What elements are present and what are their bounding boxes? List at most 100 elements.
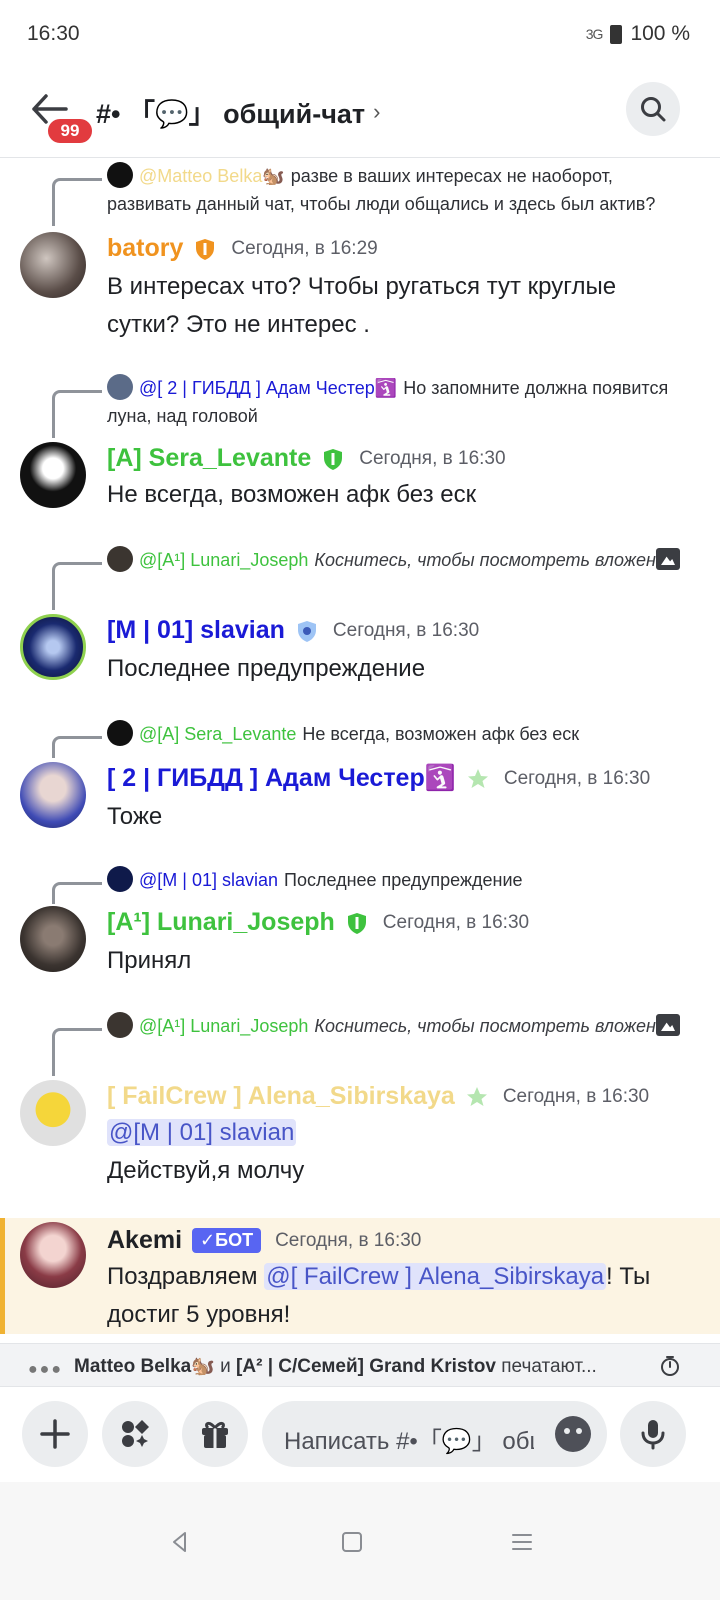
- reply-text: Коснитесь, чтобы посмотреть вложение: [314, 1016, 676, 1036]
- nav-back-button[interactable]: [150, 1512, 210, 1572]
- bot-tag: ✓БОТ: [192, 1228, 262, 1253]
- nav-home-button[interactable]: [322, 1512, 382, 1572]
- author-name[interactable]: batory: [107, 234, 183, 263]
- signal-icon: 3G: [585, 26, 604, 42]
- reply-preview[interactable]: @[A¹] Lunari_Joseph Коснитесь, чтобы посм…: [107, 1012, 680, 1040]
- reply-text: Не всегда, возможен афк без еск: [302, 724, 580, 744]
- reply-connector: [52, 1028, 102, 1076]
- avatar[interactable]: [20, 762, 86, 828]
- status-bar: 16:30 3G 100 %: [0, 0, 720, 70]
- message-feed[interactable]: @Matteo Belka🐿️ разве в ваших интересах н…: [0, 158, 720, 1343]
- channel-title[interactable]: #• 「💬」 общий-чат ›: [96, 92, 380, 131]
- message[interactable]: @[ 2 | ГИБДД ] Адам Честер🛐 Но запомните …: [0, 370, 720, 530]
- typing-suffix: печатают...: [501, 1356, 597, 1377]
- timestamp: Сегодня, в 16:30: [503, 767, 651, 789]
- typing-text: Matteo Belka🐿️ и [A² | С/Семей] Grand Kr…: [74, 1354, 597, 1378]
- slowmode-timer-icon[interactable]: [660, 1355, 680, 1377]
- reply-avatar: [107, 162, 133, 188]
- message[interactable]: Akemi ✓БОТ Сегодня, в 16:30 Поздравляем …: [0, 1218, 720, 1334]
- star-badge-icon: [466, 1086, 487, 1106]
- reply-connector: [52, 882, 102, 904]
- message-input[interactable]: Написать #•「💬」 общий-чат: [262, 1401, 607, 1467]
- shield-role-icon: [324, 448, 343, 470]
- message-body: Принял: [107, 947, 192, 974]
- nav-back-icon: [173, 1532, 186, 1552]
- message-body: Не всегда, возможен афк без еск: [107, 481, 477, 508]
- status-time: 16:30: [27, 22, 80, 45]
- star-badge-icon: [467, 768, 488, 788]
- typing-indicator: ●●● Matteo Belka🐿️ и [A² | С/Семей] Gran…: [0, 1343, 720, 1387]
- message[interactable]: @[A¹] Lunari_Joseph Коснитесь, чтобы посм…: [0, 1008, 720, 1198]
- reply-preview[interactable]: @[M | 01] slavian Последнее предупреждени…: [107, 866, 680, 894]
- voice-message-button[interactable]: [620, 1401, 686, 1467]
- reply-author: @[ 2 | ГИБДД ] Адам Честер🛐: [139, 378, 398, 398]
- channel-header: 99 #• 「💬」 общий-чат ›: [0, 70, 720, 158]
- apps-icon: [122, 1420, 149, 1447]
- reply-author: @Matteo Belka🐿️: [139, 166, 285, 186]
- reply-connector: [52, 390, 102, 438]
- reply-preview[interactable]: @[ 2 | ГИБДД ] Адам Честер🛐 Но запомните …: [107, 374, 680, 430]
- search-button[interactable]: [626, 82, 680, 136]
- reply-text: Коснитесь, чтобы посмотреть вложение: [314, 550, 676, 570]
- battery-icon: [610, 24, 623, 44]
- author-name[interactable]: Akemi: [107, 1226, 182, 1255]
- avatar[interactable]: [20, 614, 86, 680]
- reply-avatar: [107, 374, 133, 400]
- message-input-placeholder: Написать #•「💬」 общий-чат: [284, 1428, 534, 1455]
- author-name[interactable]: [ 2 | ГИБДД ] Адам Честер🛐: [107, 764, 456, 793]
- gift-button[interactable]: [182, 1401, 248, 1467]
- message-body: В интересах что? Чтобы ругаться тут круг…: [107, 273, 617, 338]
- avatar[interactable]: [20, 1222, 86, 1288]
- reply-avatar: [107, 1012, 133, 1038]
- author-name[interactable]: [A] Sera_Levante: [107, 444, 311, 473]
- reply-author: @[A¹] Lunari_Joseph: [139, 1016, 309, 1036]
- avatar[interactable]: [20, 442, 86, 508]
- avatar[interactable]: [20, 232, 86, 298]
- reply-author: @[M | 01] slavian: [139, 870, 278, 890]
- apps-button[interactable]: [102, 1401, 168, 1467]
- message[interactable]: @[A] Sera_Levante Не всегда, возможен афк…: [0, 718, 720, 848]
- reply-preview[interactable]: @Matteo Belka🐿️ разве в ваших интересах н…: [107, 162, 680, 218]
- attachment-image-icon[interactable]: [656, 548, 680, 570]
- reply-avatar: [107, 546, 133, 572]
- reply-preview[interactable]: @[A] Sera_Levante Не всегда, возможен афк…: [107, 720, 680, 748]
- message-body: Последнее предупреждение: [107, 655, 426, 682]
- message[interactable]: @[M | 01] slavian Последнее предупреждени…: [0, 864, 720, 994]
- timestamp: Сегодня, в 16:29: [231, 237, 378, 259]
- user-mention[interactable]: @[ FailCrew ] Alena_Sibirskaya: [264, 1263, 607, 1290]
- reply-connector: [52, 736, 102, 758]
- shield-role-icon: [196, 238, 215, 260]
- author-line: [ FailCrew ] Alena_Sibirskaya Сегодня, в…: [107, 1082, 649, 1111]
- author-name[interactable]: [ FailCrew ] Alena_Sibirskaya: [107, 1082, 455, 1111]
- author-line: [A] Sera_Levante Сегодня, в 16:30: [107, 444, 506, 473]
- timestamp: Сегодня, в 16:30: [359, 447, 506, 469]
- message-text: Действуй,я молчу: [107, 1157, 305, 1184]
- reply-text: Последнее предупреждение: [284, 870, 523, 890]
- gift-icon: [202, 1421, 228, 1448]
- unread-badge: 99: [46, 117, 94, 145]
- author-name[interactable]: [M | 01] slavian: [107, 616, 285, 645]
- author-line: [M | 01] slavian Сегодня, в 16:30: [107, 616, 479, 645]
- nav-recents-icon: [512, 1534, 532, 1550]
- reply-preview[interactable]: @[A¹] Lunari_Joseph Коснитесь, чтобы посм…: [107, 546, 680, 574]
- mic-icon: [641, 1420, 665, 1450]
- status-indicators: 3G 100 %: [586, 22, 690, 46]
- attachment-image-icon[interactable]: [656, 1014, 680, 1036]
- add-attachment-button[interactable]: [22, 1401, 88, 1467]
- message-composer: Написать #•「💬」 общий-чат: [0, 1387, 720, 1482]
- user-mention[interactable]: @[M | 01] slavian: [107, 1119, 297, 1146]
- author-name[interactable]: [A¹] Lunari_Joseph: [107, 908, 335, 937]
- reply-connector: [52, 178, 102, 226]
- message[interactable]: @[A¹] Lunari_Joseph Коснитесь, чтобы посм…: [0, 542, 720, 702]
- avatar[interactable]: [20, 1080, 86, 1146]
- emoji-icon[interactable]: [555, 1416, 591, 1452]
- reply-author: @[A¹] Lunari_Joseph: [139, 550, 309, 570]
- message[interactable]: @Matteo Belka🐿️ разве в ваших интересах н…: [0, 158, 720, 358]
- shield-role-icon: [347, 912, 366, 934]
- author-line: [A¹] Lunari_Joseph Сегодня, в 16:30: [107, 908, 529, 937]
- typing-and: и: [220, 1356, 231, 1377]
- timestamp: Сегодня, в 16:30: [502, 1085, 650, 1107]
- avatar[interactable]: [20, 906, 86, 972]
- nav-recents-button[interactable]: [492, 1512, 552, 1572]
- timestamp: Сегодня, в 16:30: [275, 1229, 422, 1251]
